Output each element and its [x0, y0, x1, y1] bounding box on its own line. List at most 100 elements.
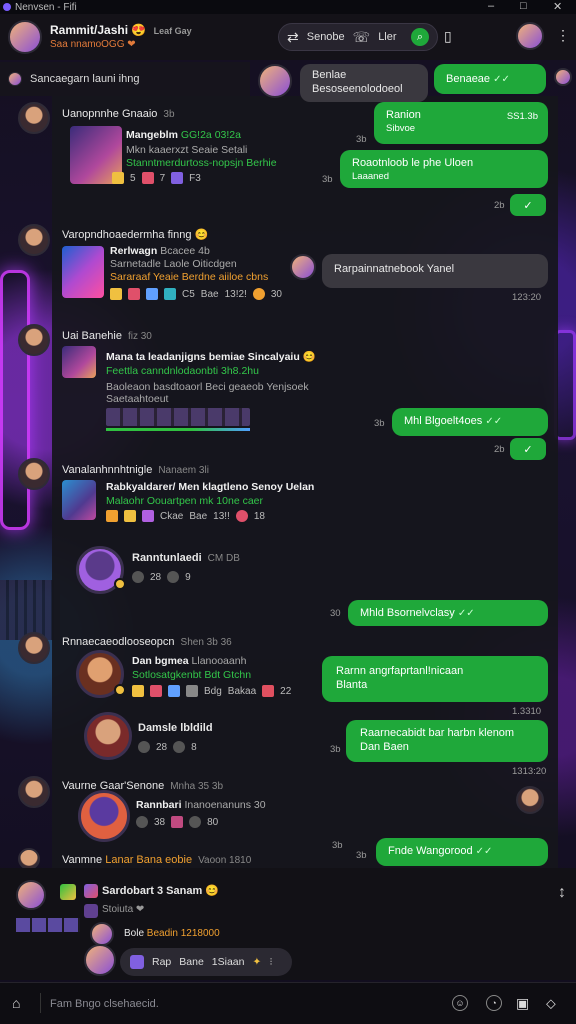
window-titlebar: Nenvsen - Fifi – □ ✕ [0, 0, 576, 14]
scroll-handle-icon[interactable]: ↕ [558, 884, 566, 902]
sender-avatar[interactable] [554, 68, 572, 86]
sender-avatar[interactable] [18, 632, 50, 664]
reaction-row[interactable]: Bdg Bakaa 22 [132, 685, 291, 697]
swap-icon[interactable]: ⇄ [287, 29, 299, 46]
sword-icon[interactable] [168, 685, 180, 697]
clock-icon [136, 816, 148, 828]
sender-avatar[interactable] [18, 324, 50, 356]
message-sender: Uanopnnhe Gnaaio 3b [62, 108, 175, 120]
sender-avatar[interactable] [258, 64, 292, 98]
profile-avatar[interactable] [516, 22, 544, 50]
close-button[interactable]: ✕ [553, 0, 562, 13]
member-status: Sotlosatgkenbt Bdt Gtchn [132, 669, 252, 681]
sender-avatar[interactable] [18, 458, 50, 490]
sender-avatar[interactable] [84, 944, 116, 976]
reply-preview-pill[interactable]: Rap Bane 1Siaan ✦ ⁝ [120, 948, 292, 976]
reaction-row[interactable]: 28 8 [138, 741, 197, 753]
check-icon: ✓ [523, 199, 533, 212]
message-bubble[interactable]: Benlae Besoseenolodoeol [300, 64, 428, 102]
thumbs-up-icon[interactable]: ✦ [253, 956, 262, 968]
thumbs-up-icon[interactable] [110, 288, 122, 300]
reaction-row[interactable]: Ckae Bae 13!! 18 [106, 510, 265, 522]
location-icon[interactable]: ⬦ [546, 995, 556, 1012]
message-bubble[interactable]: Raarnecabidt bar harbn klenom Dan Baen [346, 720, 548, 762]
message-bubble[interactable]: Ranion Sibvoe SS1.3b [374, 102, 548, 144]
message-bubble[interactable]: Rarpainnatnebook Yanel [322, 254, 548, 288]
member-card[interactable]: Rannbari Inanoenanuns 30 [136, 798, 296, 818]
shield-icon[interactable] [164, 288, 176, 300]
progress-strip [106, 428, 250, 431]
read-receipt-icon: ✓✓ [485, 416, 503, 427]
message-bubble[interactable]: Rarnn angrfaprtanl!nicaan Blanta [322, 656, 548, 702]
sticker-bubble[interactable]: ✓ [510, 438, 546, 460]
app-logo-icon [3, 3, 11, 11]
sticker-bubble[interactable]: ✓ [510, 194, 546, 216]
message-bubble[interactable]: Roaotnloob le phe Uloen Laaaned [340, 150, 548, 188]
reaction-row[interactable]: C5 Bae 13!2! 30 [110, 288, 282, 300]
message-bubble[interactable]: Mhl Blgoelt4oes ✓✓ [392, 408, 548, 436]
message-bubble[interactable]: Mhld Bsornelvclasy ✓✓ [348, 600, 548, 626]
check-icon[interactable] [262, 685, 275, 697]
member-name: Rannbari [136, 799, 182, 811]
rank-badge-icon [114, 578, 126, 590]
more-icon[interactable]: ⁝ [269, 956, 272, 968]
message-bubble[interactable]: Benaeae ✓✓ [434, 64, 546, 94]
heart-icon[interactable] [128, 288, 140, 300]
sender-avatar[interactable] [18, 776, 50, 808]
search-icon[interactable]: ⌕ [411, 28, 429, 46]
reaction-row[interactable]: 28 9 [132, 571, 191, 583]
sticker-icon[interactable]: ◔ [486, 995, 502, 1011]
timestamp: 2b [494, 200, 505, 211]
message-input[interactable]: Fam Bngo clsehaecid. [50, 998, 159, 1010]
heart-icon[interactable] [150, 685, 162, 697]
member-name: Dan bgmea [132, 655, 189, 667]
sender-avatar[interactable] [18, 224, 50, 256]
star-icon[interactable] [124, 510, 136, 522]
message-sender: Vanmne Lanar Bana eobie Vaoon 1810 [62, 854, 252, 866]
emoji-icon[interactable]: ☺ [452, 995, 468, 1011]
member-profile-avatar[interactable] [78, 790, 130, 842]
gallery-icon[interactable]: ▣ [516, 995, 529, 1012]
more-icon[interactable]: ⋮ [556, 27, 570, 44]
header-action-pill[interactable]: ⇄ Senobe ☏ Ller ⌕ [278, 23, 438, 51]
reaction-icon[interactable] [112, 172, 124, 184]
timestamp: 3b [332, 840, 343, 851]
home-icon[interactable]: ⌂ [12, 995, 20, 1011]
emoji-icon[interactable] [252, 288, 265, 300]
thumbs-up-icon[interactable] [132, 685, 144, 697]
chat-avatar[interactable] [8, 20, 42, 54]
timestamp: 30 [330, 608, 341, 619]
reply-avatar[interactable] [290, 254, 316, 280]
card-line-4: Saetaahtoeut [106, 393, 169, 405]
timestamp: 3b [330, 744, 341, 755]
phone-icon[interactable]: ▯ [444, 28, 452, 45]
reaction-row[interactable]: 38 80 [136, 816, 218, 828]
read-receipt-icon: ✓✓ [457, 608, 475, 619]
game-icon [84, 884, 98, 898]
sword-icon[interactable] [146, 288, 158, 300]
sender-avatar[interactable] [18, 102, 50, 134]
gem-icon[interactable] [142, 510, 154, 522]
reaction-row[interactable]: 5 7 F3 [112, 172, 201, 184]
emoji-icon[interactable] [235, 510, 248, 522]
maximize-button[interactable]: □ [520, 0, 527, 12]
reaction-icon[interactable] [141, 172, 154, 184]
message-sender: Vanalanhnnhtnigle Nanaem 3li [62, 464, 209, 476]
sender-avatar[interactable] [516, 786, 544, 814]
minimize-button[interactable]: – [488, 0, 494, 12]
sender-avatar[interactable] [18, 848, 40, 870]
pinned-banner[interactable]: Sancaegarn launi ihng [0, 62, 250, 96]
card-line-2: Feettla canndnlodaonbti 3h8.2hu [106, 365, 259, 377]
divider [40, 993, 41, 1013]
member-profile-avatar[interactable] [84, 712, 132, 760]
card-tag: Bcacee 4b [160, 245, 210, 257]
sender-avatar[interactable] [16, 880, 46, 910]
sender-avatar[interactable] [90, 922, 114, 946]
clock-icon[interactable] [186, 685, 198, 697]
call-icon[interactable]: ☏ [353, 29, 371, 46]
shared-card[interactable]: Mana ta leadanjigns bemiae Sincalyaiu 😊 … [62, 346, 332, 436]
reaction-icon[interactable] [171, 172, 184, 184]
status-icon [189, 816, 202, 828]
message-bubble[interactable]: Fnde Wangorood ✓✓ [376, 838, 548, 866]
fire-icon[interactable] [106, 510, 118, 522]
